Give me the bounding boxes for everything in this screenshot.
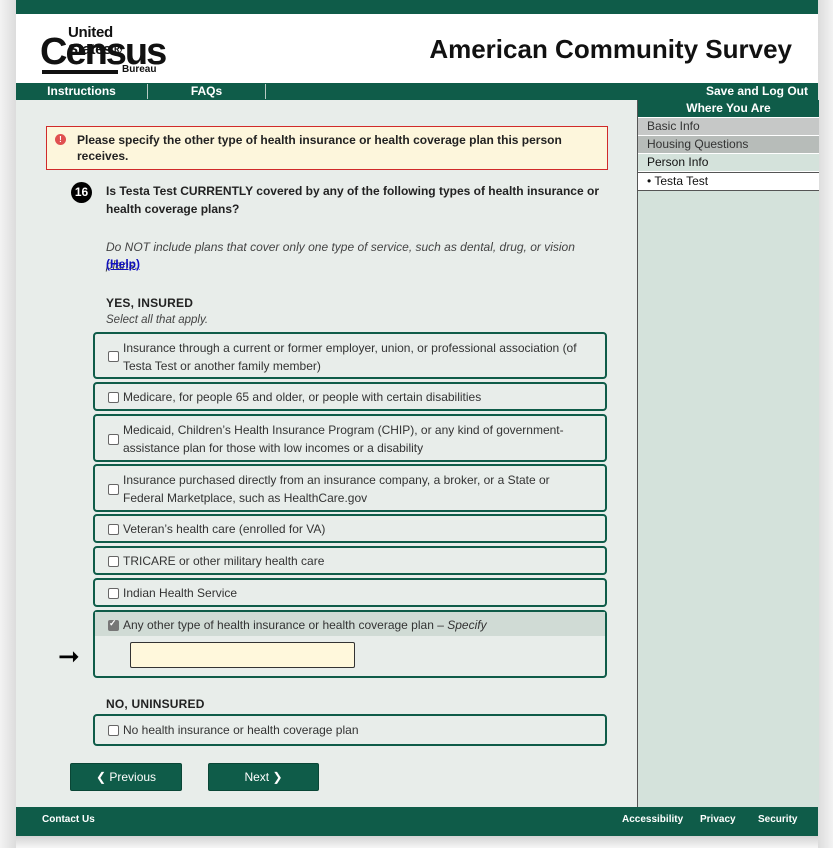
privacy-link[interactable]: Privacy: [700, 807, 736, 833]
sidebar-item-person-info[interactable]: Person Info: [638, 154, 819, 172]
option-label: Insurance through a current or former em…: [123, 341, 577, 373]
page-shadow-right: [818, 0, 833, 848]
checkbox[interactable]: [108, 392, 119, 403]
option-label: Insurance purchased directly from an ins…: [123, 473, 550, 505]
option-tricare[interactable]: TRICARE or other military health care: [93, 546, 607, 575]
census-logo: United States® Census Bureau: [40, 24, 167, 76]
next-button[interactable]: Next ❯: [208, 763, 319, 791]
accessibility-link[interactable]: Accessibility: [622, 807, 683, 833]
checkbox-checked[interactable]: [108, 618, 119, 631]
sidebar-item-basic-info[interactable]: Basic Info: [638, 118, 819, 136]
question-number: 16: [71, 182, 92, 203]
checkbox[interactable]: [108, 351, 119, 362]
chevron-right-icon: ❯: [272, 770, 283, 784]
previous-button[interactable]: ❮ Previous: [70, 763, 182, 791]
top-bar: [16, 0, 818, 14]
option-va-health-care[interactable]: Veteran’s health care (enrolled for VA): [93, 514, 607, 543]
exclamation-icon: !: [55, 134, 66, 145]
nav-bar: Instructions FAQs Save and Log Out: [16, 83, 818, 100]
next-label: Next: [244, 770, 270, 784]
option-direct-purchase[interactable]: Insurance purchased directly from an ins…: [93, 464, 607, 512]
option-other-insurance[interactable]: Any other type of health insurance or he…: [93, 610, 607, 678]
option-label: Any other type of health insurance or he…: [123, 616, 583, 634]
checkbox[interactable]: [108, 484, 119, 495]
contact-us-link[interactable]: Contact Us: [42, 807, 95, 833]
arrow-right-icon: ➞: [58, 641, 80, 671]
help-link[interactable]: (Help): [106, 257, 140, 271]
header: United States® Census Bureau American Co…: [16, 14, 818, 83]
option-no-insurance[interactable]: No health insurance or health coverage p…: [93, 714, 607, 746]
security-link[interactable]: Security: [758, 807, 797, 833]
error-message: ! Please specify the other type of healt…: [46, 126, 608, 170]
question-text: Is Testa Test CURRENTLY covered by any o…: [106, 184, 599, 216]
specify-label: Specify: [447, 618, 487, 632]
option-label: No health insurance or health coverage p…: [123, 723, 359, 737]
sidebar-item-housing-questions[interactable]: Housing Questions: [638, 136, 819, 154]
checkbox[interactable]: [108, 524, 119, 535]
option-label: Medicaid, Children’s Health Insurance Pr…: [123, 423, 564, 455]
page-shadow-bottom: [16, 836, 818, 848]
checkbox[interactable]: [108, 588, 119, 599]
footer: Contact Us Accessibility Privacy Securit…: [16, 807, 818, 836]
specify-input[interactable]: [130, 642, 355, 668]
select-all-hint: Select all that apply.: [106, 314, 209, 326]
checkbox[interactable]: [108, 725, 119, 736]
question-note: Do NOT include plans that cover only one…: [106, 240, 575, 272]
previous-label: Previous: [109, 770, 157, 784]
survey-frame: United States® Census Bureau American Co…: [16, 0, 819, 836]
option-label: Medicare, for people 65 and older, or pe…: [123, 390, 482, 404]
option-label-text: Any other type of health insurance or he…: [123, 618, 444, 632]
chevron-left-icon: ❮: [95, 770, 107, 784]
no-uninsured-heading: NO, UNINSURED: [106, 697, 205, 711]
option-label: TRICARE or other military health care: [123, 554, 325, 568]
option-employer-insurance[interactable]: Insurance through a current or former em…: [93, 332, 607, 379]
option-label: Veteran’s health care (enrolled for VA): [123, 522, 326, 536]
nav-instructions[interactable]: Instructions: [16, 83, 147, 100]
option-indian-health-service[interactable]: Indian Health Service: [93, 578, 607, 607]
yes-insured-heading: YES, INSURED: [106, 296, 194, 310]
logo-underline: [42, 70, 118, 74]
sidebar-subitem-person[interactable]: • Testa Test: [638, 172, 819, 191]
checkbox[interactable]: [108, 556, 119, 567]
nav-divider: [265, 84, 266, 99]
nav-faqs[interactable]: FAQs: [148, 83, 265, 100]
option-medicare[interactable]: Medicare, for people 65 and older, or pe…: [93, 382, 607, 411]
sidebar-title: Where You Are: [638, 100, 819, 118]
page-shadow-left: [0, 0, 16, 848]
checkbox[interactable]: [108, 434, 119, 445]
option-label: Indian Health Service: [123, 586, 238, 600]
where-you-are-sidebar: Where You Are Basic Info Housing Questio…: [637, 100, 819, 807]
save-logout-link[interactable]: Save and Log Out: [706, 83, 808, 99]
survey-title: American Community Survey: [429, 34, 792, 64]
option-medicaid[interactable]: Medicaid, Children’s Health Insurance Pr…: [93, 414, 607, 462]
logo-bureau: Bureau: [122, 64, 157, 75]
error-text: Please specify the other type of health …: [77, 133, 562, 163]
